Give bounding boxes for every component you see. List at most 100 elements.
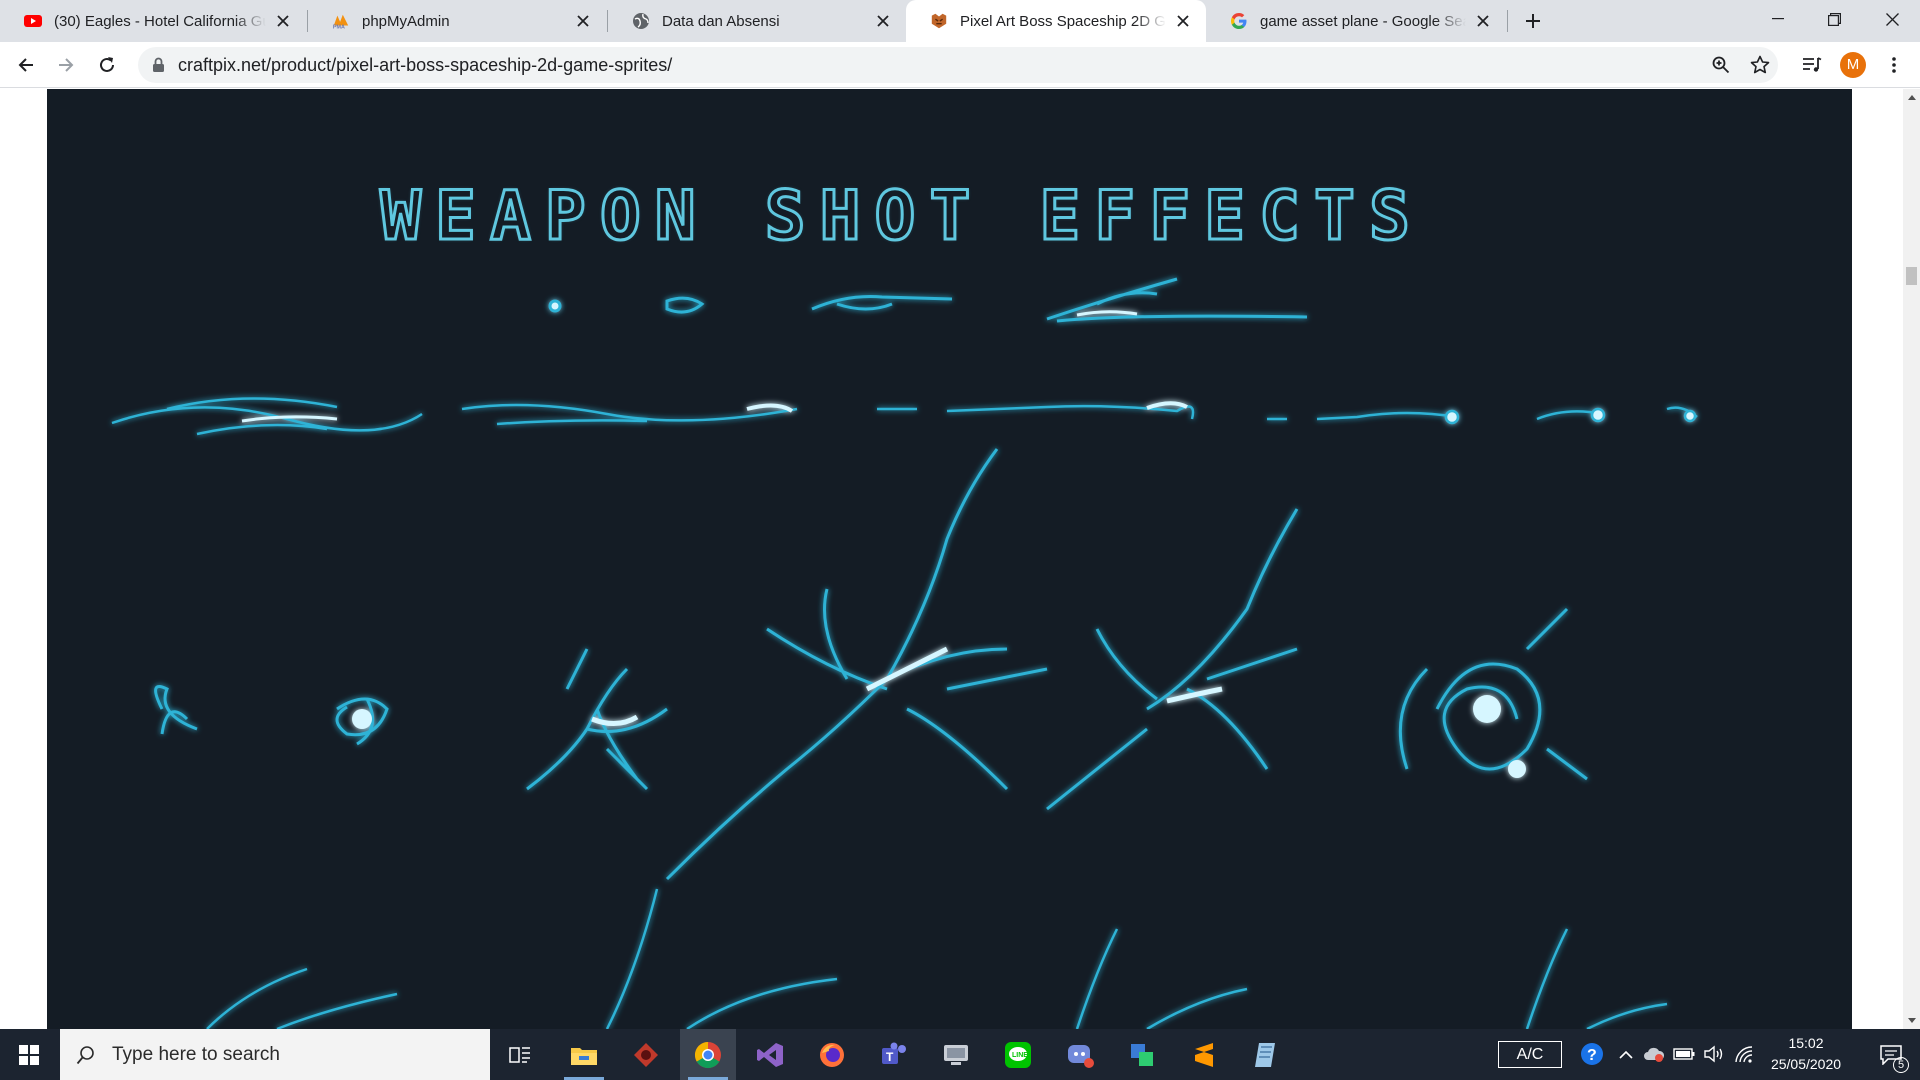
tab-craftpix[interactable]: Pixel Art Boss Spaceship 2D Gam	[906, 0, 1206, 42]
ac-power-indicator[interactable]: A/C	[1498, 1041, 1562, 1068]
impact-sprite	[1046, 508, 1299, 811]
minimize-button[interactable]	[1750, 0, 1806, 38]
media-control-button[interactable]	[1796, 49, 1828, 81]
shot-sprite	[548, 299, 562, 313]
svg-text:T: T	[886, 1050, 894, 1064]
zoom-icon[interactable]	[1712, 56, 1730, 74]
caret-down-icon	[1907, 1018, 1916, 1023]
tab-title: game asset plane - Google Searc	[1260, 12, 1466, 30]
close-window-button[interactable]	[1864, 0, 1920, 38]
lightning-sprite	[605, 888, 838, 1029]
help-tray-button[interactable]: ?	[1580, 1042, 1604, 1066]
taskbar-firefox[interactable]	[804, 1029, 860, 1080]
tab-phpmyadmin[interactable]: PMA phpMyAdmin	[308, 0, 606, 42]
close-icon[interactable]	[572, 10, 594, 32]
back-button[interactable]	[10, 49, 42, 81]
speaker-icon	[1704, 1045, 1723, 1063]
scrollbar-thumb[interactable]	[1906, 267, 1917, 285]
globe-icon	[632, 12, 650, 30]
battery-icon	[1673, 1048, 1695, 1060]
tab-title: Data dan Absensi	[662, 12, 780, 30]
windows-icon	[19, 1044, 39, 1065]
taskbar-line[interactable]: LINE	[990, 1029, 1046, 1080]
close-icon[interactable]	[272, 10, 294, 32]
taskbar-clock[interactable]: 15:02 25/05/2020	[1758, 1033, 1854, 1075]
lightning-sprite	[206, 967, 398, 1029]
lightning-sprite	[1525, 928, 1668, 1029]
playlist-icon	[1803, 57, 1822, 72]
close-icon[interactable]	[872, 10, 894, 32]
tab-title: phpMyAdmin	[362, 12, 450, 30]
google-icon	[1230, 12, 1248, 30]
volume-tray-icon[interactable]	[1702, 1042, 1726, 1066]
taskbar-visual-studio[interactable]	[742, 1029, 798, 1080]
cloud-tray-icon[interactable]	[1642, 1042, 1666, 1066]
clock-date: 25/05/2020	[1770, 1056, 1842, 1072]
taskbar-app-blue[interactable]	[1238, 1029, 1294, 1080]
lightning-sprite	[1075, 928, 1248, 1029]
monitor-icon	[944, 1044, 968, 1065]
action-center-button[interactable]	[1862, 1029, 1920, 1080]
task-view-button[interactable]	[492, 1029, 548, 1080]
document-icon	[1255, 1042, 1275, 1067]
scroll-down-arrow[interactable]	[1903, 1012, 1920, 1029]
restore-button[interactable]	[1806, 0, 1862, 38]
menu-button[interactable]	[1878, 49, 1910, 81]
taskbar-app-green[interactable]	[1114, 1029, 1170, 1080]
forward-button[interactable]	[50, 49, 82, 81]
shot-sprite	[1267, 411, 1458, 421]
address-bar[interactable]: craftpix.net/product/pixel-art-boss-spac…	[138, 47, 1778, 83]
arrow-right-icon	[59, 58, 74, 72]
scroll-up-arrow[interactable]	[1903, 89, 1920, 106]
taskbar-search-box[interactable]: Type here to search	[60, 1029, 490, 1080]
craftpix-icon	[930, 12, 948, 30]
tab-google-search[interactable]: game asset plane - Google Searc	[1206, 0, 1506, 42]
battery-tray-icon[interactable]	[1672, 1042, 1696, 1066]
notification-count-badge: 5	[1893, 1057, 1909, 1073]
firefox-icon	[820, 1042, 844, 1067]
shot-sprite	[111, 397, 423, 436]
new-tab-button[interactable]	[1519, 7, 1547, 35]
discord-icon	[1068, 1044, 1094, 1068]
close-icon[interactable]	[1172, 10, 1194, 32]
youtube-icon	[24, 12, 42, 30]
chevron-up-icon	[1619, 1050, 1633, 1059]
weapon-effects-banner: WEAPON SHOT EFFECTS	[47, 89, 1852, 1029]
phpmyadmin-icon: PMA	[332, 12, 350, 30]
sublime-icon	[1195, 1042, 1213, 1067]
task-view-icon	[509, 1046, 530, 1063]
chrome-icon	[694, 1041, 721, 1068]
svg-text:PMA: PMA	[333, 25, 345, 30]
visual-studio-icon	[757, 1042, 783, 1067]
taskbar-app-red[interactable]	[618, 1029, 674, 1080]
start-button[interactable]	[0, 1029, 58, 1080]
taskbar-teams[interactable]: T	[866, 1029, 922, 1080]
wifi-tray-icon[interactable]	[1732, 1042, 1756, 1066]
restore-icon	[1827, 12, 1841, 26]
taskbar-sublime-text[interactable]	[1176, 1029, 1232, 1080]
minimize-icon	[1772, 18, 1784, 20]
close-icon[interactable]	[1472, 10, 1494, 32]
caret-up-icon	[1907, 95, 1916, 100]
profile-avatar[interactable]: M	[1840, 52, 1866, 78]
folder-icon	[571, 1047, 597, 1065]
search-placeholder: Type here to search	[112, 1043, 280, 1065]
impact-sprite	[1398, 607, 1588, 781]
taskbar-file-explorer[interactable]	[556, 1029, 612, 1080]
svg-text:LINE: LINE	[1012, 1052, 1028, 1059]
taskbar-discord[interactable]	[1052, 1029, 1108, 1080]
tab-youtube[interactable]: (30) Eagles - Hotel California Gui	[0, 0, 306, 42]
taskbar-app-gray[interactable]	[928, 1029, 984, 1080]
impact-sprite-row	[154, 448, 1588, 881]
reload-button[interactable]	[91, 49, 123, 81]
shot-sprite	[877, 404, 1195, 420]
show-hidden-icons-button[interactable]	[1614, 1042, 1638, 1066]
page-scrollbar[interactable]	[1903, 89, 1920, 1029]
tab-data-absensi[interactable]: Data dan Absensi	[608, 0, 906, 42]
shot-sprite-row-2	[111, 397, 1698, 436]
taskbar-chrome[interactable]	[680, 1029, 736, 1080]
star-icon[interactable]	[1750, 55, 1770, 75]
svg-text:?: ?	[1587, 1047, 1597, 1064]
close-icon	[1885, 12, 1899, 26]
tab-title: Pixel Art Boss Spaceship 2D Gam	[960, 12, 1166, 30]
